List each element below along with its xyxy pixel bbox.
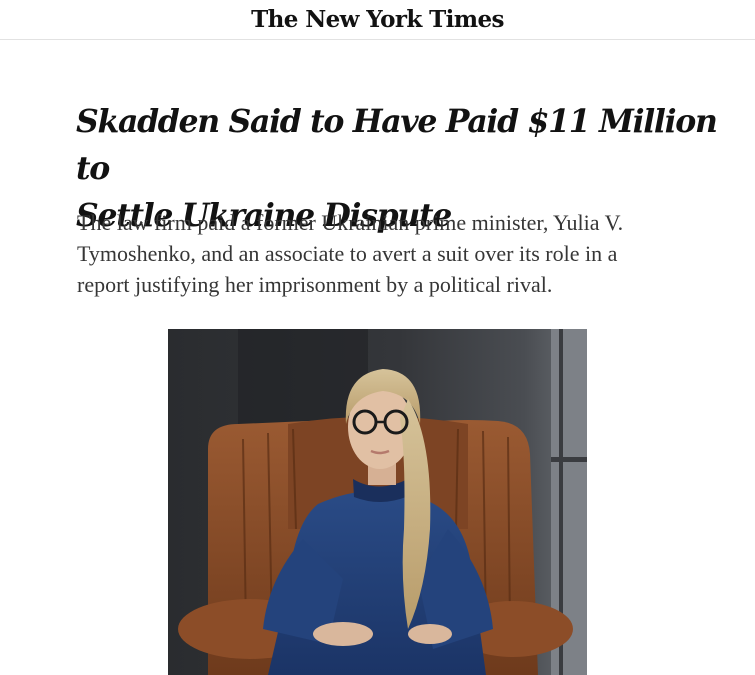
article-photo[interactable] bbox=[168, 329, 587, 675]
masthead: The New York Times bbox=[0, 0, 755, 40]
nyt-logo[interactable]: The New York Times bbox=[0, 6, 755, 33]
article-summary: The law firm paid a former Ukrainian pri… bbox=[77, 207, 677, 300]
portrait-illustration bbox=[168, 329, 587, 675]
summary-line-2: Tymoshenko, and an associate to avert a … bbox=[77, 241, 618, 266]
summary-line-3: report justifying her imprisonment by a … bbox=[77, 272, 553, 297]
headline-line-1: Skadden Said to Have Paid $11 Million to bbox=[76, 103, 718, 187]
summary-line-1: The law firm paid a former Ukrainian pri… bbox=[77, 210, 624, 235]
